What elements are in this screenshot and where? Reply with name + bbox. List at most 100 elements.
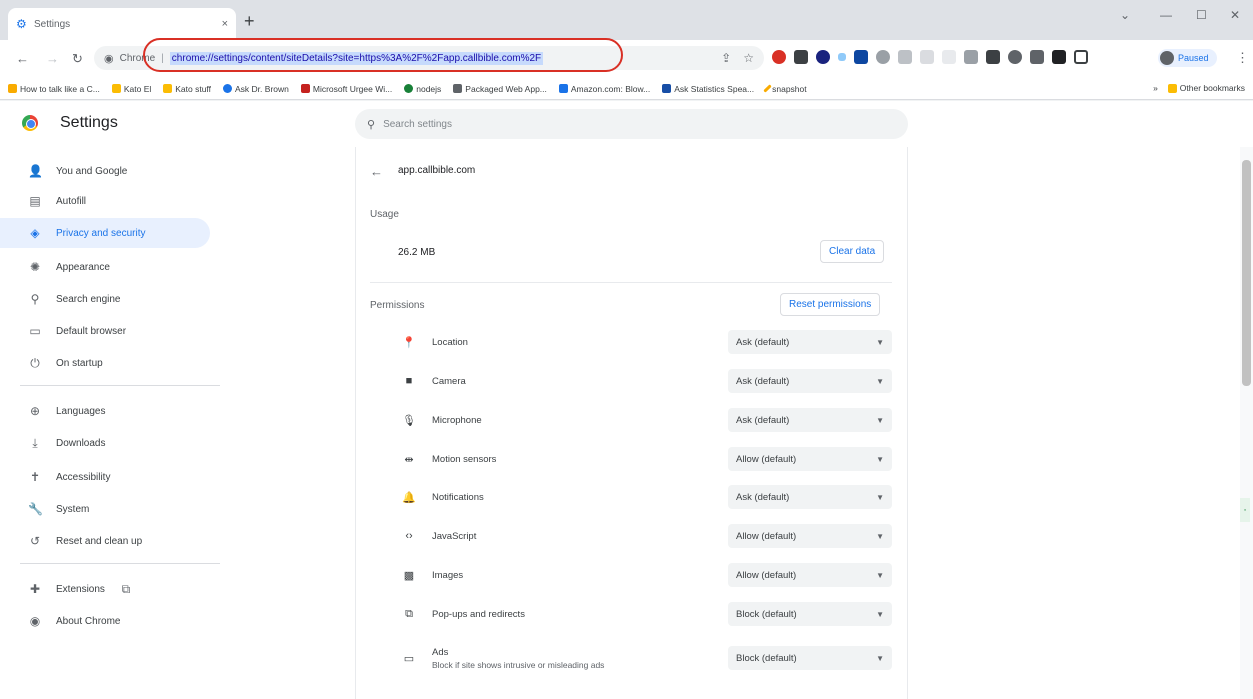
location-select[interactable]: Ask (default) ▼ (728, 330, 892, 354)
bookmark-item[interactable]: Ask Statistics Spea... (662, 84, 754, 94)
images-select[interactable]: Allow (default) ▼ (728, 563, 892, 587)
side-panel-icon[interactable] (1074, 50, 1088, 64)
bookmark-item[interactable]: snapshot (763, 84, 807, 94)
other-bookmarks[interactable]: Other bookmarks (1167, 83, 1245, 93)
sidebar-item-on-startup[interactable]: ⏻ On startup (0, 348, 210, 378)
profile-status: Paused (1178, 53, 1209, 63)
tab-title: Settings (34, 18, 71, 30)
extension-icon[interactable] (964, 50, 978, 64)
download-icon: ⤓ (32, 435, 38, 450)
popups-select[interactable]: Block (default) ▼ (728, 602, 892, 626)
sidebar-item-accessibility[interactable]: ✝ Accessibility (0, 462, 210, 492)
sidebar-item-default-browser[interactable]: ▭ Default browser (0, 316, 210, 346)
profile-button[interactable]: Paused (1158, 49, 1217, 67)
more-menu-icon[interactable]: ⋮ (1236, 50, 1249, 66)
tab-search-icon[interactable]: ⌄ (1120, 8, 1130, 22)
sidebar-item-appearance[interactable]: ✺ Appearance (0, 252, 210, 282)
extensions-bar (772, 50, 1088, 64)
sidebar-item-you-and-google[interactable]: 👤 You and Google (0, 156, 210, 186)
clear-data-button[interactable]: Clear data (820, 240, 885, 263)
sidebar-item-privacy-and-security[interactable]: ◈ Privacy and security (0, 218, 210, 248)
ads-window-icon: ▭ (403, 652, 415, 665)
puzzle-icon[interactable] (1052, 50, 1066, 64)
extension-icon[interactable] (876, 50, 890, 64)
address-bar[interactable]: ◉ Chrome | chrome://settings/content/sit… (94, 46, 764, 70)
close-window-button[interactable]: ✕ (1230, 8, 1240, 22)
caret-down-icon: ▼ (876, 454, 884, 464)
caret-down-icon: ▼ (876, 337, 884, 347)
sidebar-item-reset-and-clean-up[interactable]: ↺ Reset and clean up (0, 526, 210, 556)
bookmark-star-icon[interactable]: ☆ (743, 51, 754, 65)
sidebar-divider (20, 563, 220, 564)
caret-down-icon: ▼ (876, 570, 884, 580)
close-icon[interactable]: × (222, 18, 228, 30)
folder-icon (111, 84, 121, 93)
minimize-button[interactable]: — (1160, 8, 1172, 22)
reset-permissions-button[interactable]: Reset permissions (780, 293, 881, 316)
search-icon: ⚲ (30, 292, 40, 306)
sidebar-item-downloads[interactable]: ⤓ Downloads (0, 428, 210, 458)
bookmark-folder[interactable]: Kato El (111, 84, 151, 94)
caret-down-icon: ▼ (876, 492, 884, 502)
scrollbar-thumb[interactable] (1242, 160, 1251, 386)
ads-select[interactable]: Block (default) ▼ (728, 646, 892, 670)
permission-row-ads: ▭ Ads Block if site shows intrusive or m… (398, 643, 892, 673)
extension-icon[interactable] (898, 50, 912, 64)
bookmark-item[interactable]: Ask Dr. Brown (223, 84, 289, 94)
folder-icon (1167, 83, 1177, 93)
notifications-select[interactable]: Ask (default) ▼ (728, 485, 892, 509)
extension-icon[interactable] (942, 50, 956, 64)
extension-icon[interactable] (854, 50, 868, 64)
permission-row-location: 📍 Location Ask (default) ▼ (398, 327, 892, 357)
extension-icon[interactable] (1030, 50, 1044, 64)
search-input[interactable]: ⚲ Search settings (355, 109, 908, 139)
chevron-right-icon[interactable]: » (1153, 83, 1158, 93)
browser-window-icon: ▭ (29, 324, 41, 338)
extension-icon[interactable] (816, 50, 830, 64)
bookmark-favicon-icon (300, 84, 310, 93)
puzzle-icon: ✚ (29, 582, 41, 596)
open-in-new-icon: ⧉ (121, 581, 131, 596)
avatar (1160, 51, 1174, 65)
sidebar-item-system[interactable]: 🔧 System (0, 494, 210, 524)
maximize-button[interactable]: ☐ (1196, 8, 1207, 22)
motion-sensor-icon: ⇹ (404, 453, 414, 466)
sidebar-item-extensions[interactable]: ✚ Extensions ⧉ (0, 574, 210, 604)
sidebar-item-autofill[interactable]: ▤ Autofill (0, 186, 210, 216)
bookmark-folder[interactable]: Kato stuff (163, 84, 211, 94)
extension-icon[interactable] (838, 53, 846, 61)
camera-select[interactable]: Ask (default) ▼ (728, 369, 892, 393)
javascript-select[interactable]: Allow (default) ▼ (728, 524, 892, 548)
image-icon: ▩ (403, 569, 415, 582)
microphone-select[interactable]: Ask (default) ▼ (728, 408, 892, 432)
motion-sensors-select[interactable]: Allow (default) ▼ (728, 447, 892, 471)
back-arrow-icon[interactable]: ← (16, 52, 29, 66)
microphone-icon: 🎙 (402, 414, 416, 427)
bookmark-item[interactable]: Packaged Web App... (453, 84, 547, 94)
usage-heading: Usage (370, 209, 399, 220)
chrome-logo-icon: ◉ (29, 614, 41, 628)
sidebar-item-languages[interactable]: ⊕ Languages (0, 396, 210, 426)
share-icon[interactable]: ⇪ (721, 51, 731, 65)
side-panel-tab-icon[interactable]: ◦ (1240, 498, 1250, 522)
chrome-logo-icon: ◉ (104, 52, 114, 65)
sidebar-item-search-engine[interactable]: ⚲ Search engine (0, 284, 210, 314)
extension-icon[interactable] (920, 50, 934, 64)
tab-settings[interactable]: ⚙ Settings × (8, 8, 236, 40)
extension-icon[interactable] (986, 50, 1000, 64)
bookmark-item[interactable]: nodejs (404, 84, 441, 94)
bookmark-item[interactable]: Amazon.com: Blow... (558, 84, 650, 94)
sidebar-item-about-chrome[interactable]: ◉ About Chrome (0, 606, 210, 636)
clipboard-icon: ▤ (29, 194, 41, 208)
extension-icon[interactable] (1008, 50, 1022, 64)
extension-icon[interactable] (794, 50, 808, 64)
permission-row-microphone: 🎙 Microphone Ask (default) ▼ (398, 405, 892, 435)
forward-arrow-icon[interactable]: → (46, 52, 59, 66)
reload-icon[interactable]: ↻ (72, 52, 83, 66)
back-arrow-icon[interactable]: ← (370, 164, 383, 179)
bookmark-item[interactable]: How to talk like a C... (8, 84, 100, 94)
new-tab-button[interactable]: + (244, 12, 255, 30)
extension-icon[interactable] (772, 50, 786, 64)
url-text[interactable]: chrome://settings/content/siteDetails?si… (169, 51, 544, 65)
bookmark-item[interactable]: Microsoft Urgee Wi... (300, 84, 392, 94)
